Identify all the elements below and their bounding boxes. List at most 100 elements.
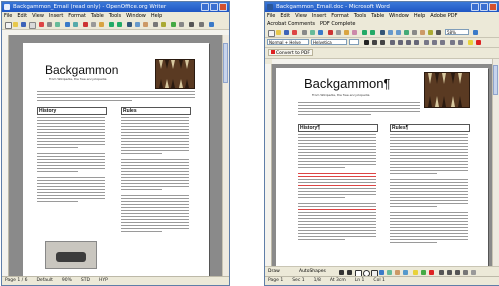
new-document-icon[interactable] xyxy=(5,22,12,29)
word-vertical-scrollbar[interactable] xyxy=(492,59,499,267)
fill-color-icon[interactable] xyxy=(413,270,418,275)
word-page[interactable]: Backgammon¶ From Wikipedia, the free enc… xyxy=(276,68,488,267)
menu-insert[interactable]: Insert xyxy=(49,13,63,19)
close-button[interactable] xyxy=(489,3,497,11)
align-right-icon[interactable] xyxy=(406,40,411,45)
menu-tools[interactable]: Tools xyxy=(109,13,121,19)
drawing-icon[interactable] xyxy=(420,30,425,35)
convert-to-pdf-button[interactable]: Convert to PDF xyxy=(268,49,313,56)
show-draw-icon[interactable] xyxy=(143,22,148,27)
edit-file-icon[interactable] xyxy=(29,22,36,29)
cut-icon[interactable] xyxy=(328,30,333,35)
tables-borders-icon[interactable] xyxy=(388,30,393,35)
justify-icon[interactable] xyxy=(414,40,419,45)
numbering-icon[interactable] xyxy=(432,40,437,45)
menu-table[interactable]: Table xyxy=(91,13,104,19)
menu-adobe-pdf[interactable]: Adobe PDF xyxy=(430,13,457,19)
menu-table[interactable]: Table xyxy=(371,13,384,19)
menu-tools[interactable]: Tools xyxy=(354,13,366,19)
underline-icon[interactable] xyxy=(380,40,385,45)
gallery-icon[interactable] xyxy=(171,22,176,27)
minimize-button[interactable] xyxy=(471,3,479,11)
insert-excel-icon[interactable] xyxy=(404,30,409,35)
menu-edit[interactable]: Edit xyxy=(17,13,27,19)
autoshapes-menu[interactable]: AutoShapes xyxy=(299,268,326,276)
nonprinting-chars-icon[interactable] xyxy=(189,22,194,27)
print-preview-icon[interactable] xyxy=(310,30,315,35)
close-button[interactable] xyxy=(219,3,227,11)
decrease-indent-icon[interactable] xyxy=(450,40,455,45)
redo-icon[interactable] xyxy=(370,30,375,35)
help-icon[interactable] xyxy=(473,30,478,35)
autospell-icon[interactable] xyxy=(73,22,78,27)
save-icon[interactable] xyxy=(284,30,289,35)
help-icon[interactable] xyxy=(209,22,214,27)
menu-view[interactable]: View xyxy=(32,13,44,19)
open-folder-icon[interactable] xyxy=(276,30,281,35)
redo-icon[interactable] xyxy=(117,22,122,27)
maximize-button[interactable] xyxy=(210,3,218,11)
new-document-icon[interactable] xyxy=(268,30,275,37)
menu-window[interactable]: Window xyxy=(389,13,409,19)
draw-menu[interactable]: Draw xyxy=(268,268,280,276)
hyperlink-icon[interactable] xyxy=(127,22,132,27)
copy-icon[interactable] xyxy=(336,30,341,35)
zoom-icon[interactable] xyxy=(199,22,204,27)
save-icon[interactable] xyxy=(21,22,26,27)
print-preview-icon[interactable] xyxy=(55,22,60,27)
writer-page[interactable]: Backgammon From Wikipedia, the free ency… xyxy=(23,43,209,277)
vertical-ruler[interactable] xyxy=(265,64,272,267)
print-icon[interactable] xyxy=(302,30,307,35)
line-spacing-icon[interactable] xyxy=(424,40,429,45)
paste-icon[interactable] xyxy=(344,30,349,35)
font-color-icon[interactable] xyxy=(476,40,481,45)
style-dropdown[interactable]: Normal + Helve xyxy=(267,39,309,45)
clip-art-icon[interactable] xyxy=(395,270,400,275)
zoom-dropdown[interactable]: 58% xyxy=(445,29,469,35)
writer-scroll-thumb[interactable] xyxy=(223,43,228,83)
highlight-icon[interactable] xyxy=(468,40,473,45)
permission-icon[interactable] xyxy=(292,30,297,35)
cut-icon[interactable] xyxy=(83,22,88,27)
columns-icon[interactable] xyxy=(412,30,417,35)
writer-vertical-scrollbar[interactable] xyxy=(222,35,229,277)
menu-acrobat-comments[interactable]: Acrobat Comments xyxy=(267,21,315,27)
undo-icon[interactable] xyxy=(109,22,114,27)
hyperlink-icon[interactable] xyxy=(380,30,385,35)
document-map-icon[interactable] xyxy=(428,30,433,35)
shadow-icon[interactable] xyxy=(463,270,468,275)
bold-icon[interactable] xyxy=(364,40,369,45)
menu-file[interactable]: File xyxy=(4,13,12,19)
copy-icon[interactable] xyxy=(91,22,96,27)
picture-icon[interactable] xyxy=(403,270,408,275)
undo-icon[interactable] xyxy=(362,30,367,35)
datasources-icon[interactable] xyxy=(179,22,184,27)
3d-icon[interactable] xyxy=(471,270,476,275)
vertical-ruler[interactable] xyxy=(2,35,9,277)
menu-pdf-complete[interactable]: PDF Complete xyxy=(320,21,355,27)
arrow-icon[interactable] xyxy=(347,270,352,275)
align-center-icon[interactable] xyxy=(398,40,403,45)
print-icon[interactable] xyxy=(47,22,52,27)
menu-edit[interactable]: Edit xyxy=(280,13,290,19)
line-icon[interactable] xyxy=(339,270,344,275)
menu-format[interactable]: Format xyxy=(331,13,349,19)
wordart-icon[interactable] xyxy=(379,270,384,275)
arrow-style-icon[interactable] xyxy=(455,270,460,275)
find-replace-icon[interactable] xyxy=(153,22,158,27)
open-folder-icon[interactable] xyxy=(13,22,18,27)
line-color-icon[interactable] xyxy=(421,270,426,275)
show-hide-icon[interactable] xyxy=(436,30,441,35)
align-left-icon[interactable] xyxy=(390,40,395,45)
menu-format[interactable]: Format xyxy=(68,13,86,19)
diagram-icon[interactable] xyxy=(387,270,392,275)
menu-help[interactable]: Help xyxy=(414,13,425,19)
word-scroll-thumb[interactable] xyxy=(493,65,498,95)
menu-insert[interactable]: Insert xyxy=(312,13,326,19)
dash-style-icon[interactable] xyxy=(447,270,452,275)
bullets-icon[interactable] xyxy=(440,40,445,45)
font-size-dropdown[interactable] xyxy=(349,39,359,45)
navigator-icon[interactable] xyxy=(161,22,166,27)
maximize-button[interactable] xyxy=(480,3,488,11)
format-painter-icon[interactable] xyxy=(352,30,357,35)
